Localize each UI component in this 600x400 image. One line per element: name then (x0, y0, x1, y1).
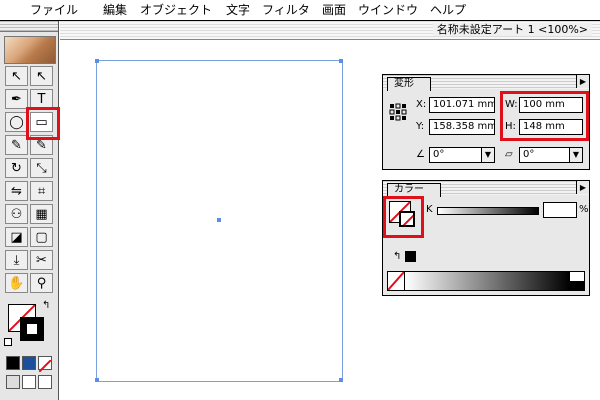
rotate-field[interactable]: 0° ▼ (429, 147, 495, 163)
x-field[interactable]: 101.071 mm (429, 97, 495, 113)
x-label: X: (416, 99, 427, 110)
color-mode-icon[interactable] (6, 356, 20, 370)
k-value-field[interactable] (543, 202, 577, 218)
shear-field[interactable]: 0° ▼ (519, 147, 583, 163)
selection-handle[interactable] (95, 378, 99, 382)
swap-arrow-icon[interactable]: ↰ (42, 300, 50, 311)
highlight-box (500, 91, 589, 141)
menu-file[interactable]: ファイル (30, 3, 78, 17)
shear-dropdown-icon[interactable]: ▼ (569, 148, 582, 162)
screen-mode-standard-icon[interactable] (6, 375, 20, 389)
direct-selection-tool-icon[interactable]: ↖ (30, 66, 53, 86)
hand-tool-icon[interactable]: ✋ (5, 273, 28, 293)
stroke-swatch[interactable] (20, 317, 44, 341)
document-title: 名称未設定アート 1 <100%> (432, 23, 592, 36)
menu-filter[interactable]: フィルタ (262, 3, 310, 17)
tab-transform[interactable]: 変形 (387, 77, 431, 91)
last-color-swatch[interactable] (405, 251, 416, 262)
color-ramp[interactable] (387, 271, 585, 291)
reflect-tool-icon[interactable]: ⇋ (5, 181, 28, 201)
type-tool-icon[interactable]: T (30, 89, 53, 109)
y-field[interactable]: 158.358 mm (429, 119, 495, 135)
menu-object[interactable]: オブジェクト (140, 3, 212, 17)
none-slash-icon (38, 359, 52, 373)
tab-color[interactable]: カラー (387, 183, 441, 197)
venus-logo[interactable] (4, 36, 56, 64)
rotate-dropdown-icon[interactable]: ▼ (481, 148, 494, 162)
toolbox: ↖ ↖ ✒ T ◯ ▭ ✎ ✎ ↻ ⤡ ⇋ ⌗ ⚇ ▦ ◪ ▢ ⤓ ✂ ✋ ⚲ … (0, 21, 60, 400)
none-mode-icon[interactable] (38, 356, 52, 373)
blend-tool-icon[interactable]: ⚇ (5, 204, 28, 224)
selection-handle[interactable] (339, 59, 343, 63)
none-slash-icon (388, 272, 404, 290)
rotate-angle-icon: ∠ (416, 149, 425, 160)
out-of-gamut-arrow-icon[interactable]: ↰ (393, 251, 401, 263)
menu-type[interactable]: 文字 (226, 3, 250, 17)
shear-value: 0° (523, 149, 535, 160)
ramp-gradient[interactable] (405, 272, 570, 290)
rotate-value: 0° (433, 149, 445, 160)
scale-tool-icon[interactable]: ⤡ (30, 158, 53, 178)
screen-mode-full-icon[interactable] (38, 375, 52, 389)
gradient-tool-icon[interactable]: ▢ (30, 227, 53, 247)
k-label: K (426, 204, 433, 215)
free-transform-tool-icon[interactable]: ⌗ (30, 181, 53, 201)
shear-angle-icon: ▱ (505, 149, 513, 160)
menu-bar: ファイル 編集 オブジェクト 文字 フィルタ 画面 ウインドウ ヘルプ (0, 0, 600, 21)
brush-tool-icon[interactable]: ✎ (5, 135, 28, 155)
center-point (217, 218, 221, 222)
default-colors-icon[interactable] (4, 338, 12, 346)
menu-help[interactable]: ヘルプ (430, 3, 466, 17)
menu-view[interactable]: 画面 (322, 3, 346, 17)
document-title-bar[interactable]: 名称未設定アート 1 <100%> (60, 21, 600, 40)
color-panel: カラー ▶ K % ↰ (382, 180, 590, 296)
highlight-box (383, 196, 424, 238)
reference-point-icon[interactable] (389, 103, 407, 121)
gradient-mode-icon[interactable] (22, 356, 36, 370)
menu-edit[interactable]: 編集 (103, 3, 127, 17)
panel-menu-icon[interactable]: ▶ (576, 75, 589, 88)
ramp-none-swatch[interactable] (388, 272, 405, 290)
scissors-tool-icon[interactable]: ✂ (30, 250, 53, 270)
transform-panel: 変形 ▶ X: 101.071 mm Y: 158.358 mm W: 100 … (382, 74, 590, 170)
k-slider[interactable] (437, 207, 539, 215)
eyedropper-tool-icon[interactable]: ⤓ (5, 250, 28, 270)
selection-tool-icon[interactable]: ↖ (5, 66, 28, 86)
pen-tool-icon[interactable]: ✒ (5, 89, 28, 109)
zoom-tool-icon[interactable]: ⚲ (30, 273, 53, 293)
panel-menu-icon[interactable]: ▶ (576, 181, 589, 194)
highlight-box (26, 107, 60, 140)
ellipse-tool-icon[interactable]: ◯ (5, 112, 28, 132)
stroke-inner (26, 323, 38, 335)
toolbox-title-bar[interactable] (0, 21, 58, 32)
selection-handle[interactable] (95, 59, 99, 63)
rotate-tool-icon[interactable]: ↻ (5, 158, 28, 178)
selection-handle[interactable] (339, 378, 343, 382)
graph-tool-icon[interactable]: ▦ (30, 204, 53, 224)
menu-window[interactable]: ウインドウ (358, 3, 418, 17)
percent-label: % (579, 204, 589, 215)
y-label: Y: (416, 121, 425, 132)
gradient-mesh-tool-icon[interactable]: ◪ (5, 227, 28, 247)
fill-stroke-control[interactable]: ↰ (4, 300, 54, 352)
ramp-black-swatch[interactable] (569, 281, 584, 290)
screen-mode-menu-icon[interactable] (22, 375, 36, 389)
